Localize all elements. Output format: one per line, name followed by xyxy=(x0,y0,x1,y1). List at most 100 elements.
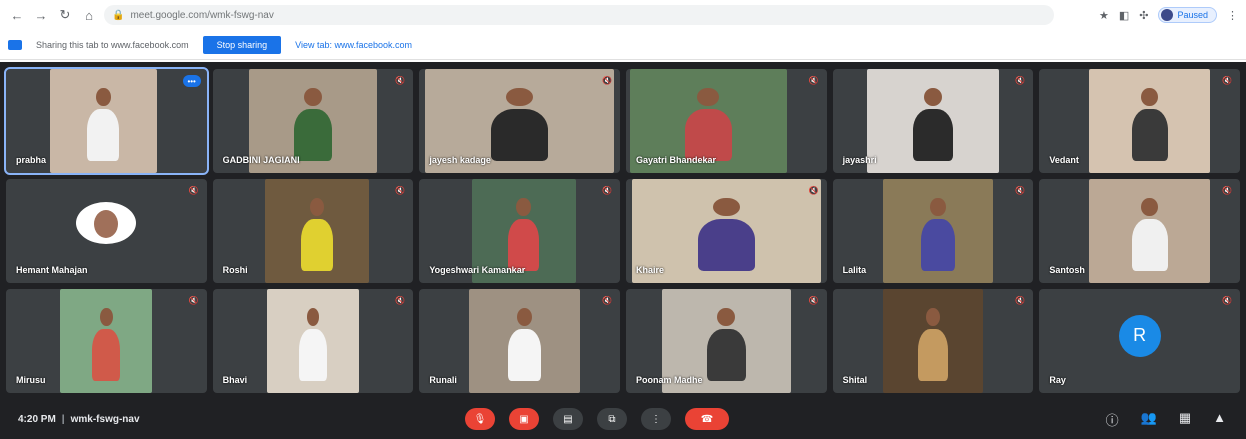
muted-mic-icon: 🔇 xyxy=(395,76,406,85)
person-figure xyxy=(87,108,120,161)
back-icon[interactable]: ← xyxy=(8,6,26,24)
participant-name: Yogeshwari Kamankar xyxy=(429,265,526,275)
menu-icon[interactable]: ⋮ xyxy=(1227,9,1238,22)
participant-video xyxy=(264,179,370,283)
people-icon[interactable]: 👥 xyxy=(1141,410,1157,429)
participant-tile[interactable]: ••• prabha xyxy=(4,67,209,175)
person-figure xyxy=(299,328,327,381)
participant-name: Roshi xyxy=(222,265,248,275)
present-button[interactable]: ⧉ xyxy=(597,408,627,430)
chat-icon[interactable]: ▦ xyxy=(1179,410,1191,429)
puzzle-icon[interactable]: ✣ xyxy=(1139,9,1148,22)
forward-icon[interactable]: → xyxy=(32,6,50,24)
participant-tile[interactable]: 🔇 Runali xyxy=(419,289,620,393)
participant-tile[interactable]: 🔇 jayesh kadage xyxy=(419,69,620,173)
participant-tile[interactable]: 🔇 Bhavi xyxy=(212,289,414,393)
person-figure xyxy=(698,218,755,271)
tile-options-button[interactable]: ••• xyxy=(182,75,201,87)
address-bar[interactable]: 🔒 meet.google.com/wmk-fswg-nav xyxy=(104,5,1054,25)
participant-video xyxy=(866,69,1000,173)
participant-name: Khaire xyxy=(636,265,665,275)
person-head xyxy=(99,307,113,327)
home-icon[interactable]: ⌂ xyxy=(80,6,98,24)
avatar-face xyxy=(94,209,119,238)
person-head xyxy=(309,197,325,217)
participant-name: Runali xyxy=(429,375,457,385)
muted-mic-icon: 🔇 xyxy=(602,76,612,85)
meeting-code: wmk-fswg-nav xyxy=(70,413,140,425)
participant-tile[interactable]: 🔇 GADBINI JAGIANI xyxy=(212,69,414,173)
participant-tile[interactable]: 🔇 Yogeshwari Kamankar xyxy=(419,179,620,283)
activities-icon[interactable]: ▲ xyxy=(1213,410,1226,429)
participant-tile[interactable]: 🔇 Gayatri Bhandekar xyxy=(626,69,827,173)
participant-tile[interactable]: 🔇 Vedant xyxy=(1039,69,1240,173)
participant-video xyxy=(266,289,360,393)
muted-mic-icon: 🔇 xyxy=(1015,186,1026,195)
person-head xyxy=(516,197,531,217)
more-vert-icon: ⋮ xyxy=(651,413,661,425)
avatar xyxy=(76,201,137,244)
participant-tile[interactable]: 🔇 Santosh xyxy=(1039,179,1240,283)
person-head xyxy=(306,307,320,327)
mic-off-button[interactable]: 🎙 xyxy=(465,408,495,430)
profile-button[interactable]: Paused xyxy=(1158,7,1217,23)
person-figure xyxy=(1131,108,1168,161)
participant-name: Vedant xyxy=(1049,155,1079,165)
participant-video xyxy=(50,69,157,173)
participant-name: GADBINI JAGIANI xyxy=(222,155,300,165)
bookmark-icon[interactable]: ★ xyxy=(1099,9,1109,22)
person-figure xyxy=(293,108,333,161)
muted-mic-icon: 🔇 xyxy=(1222,186,1232,195)
sharing-status-text: Sharing this tab to www.facebook.com xyxy=(36,39,189,50)
reload-icon[interactable]: ↻ xyxy=(56,6,74,24)
muted-mic-icon: 🔇 xyxy=(1015,76,1026,85)
muted-mic-icon: 🔇 xyxy=(808,186,819,195)
leave-call-button[interactable]: ☎ xyxy=(685,408,729,430)
participant-tile[interactable]: 🔇 Roshi xyxy=(212,179,414,283)
extensions-area: ★ ◧ ✣ Paused ⋮ xyxy=(1099,7,1238,23)
muted-mic-icon: 🔇 xyxy=(188,296,199,305)
participant-name: Shital xyxy=(842,375,868,385)
participant-tile[interactable]: 🔇 Khaire xyxy=(626,179,827,283)
profile-label: Paused xyxy=(1177,10,1208,20)
muted-mic-icon: 🔇 xyxy=(395,186,406,195)
captions-button[interactable]: ▤ xyxy=(553,408,583,430)
person-figure xyxy=(92,328,121,381)
url-text: meet.google.com/wmk-fswg-nav xyxy=(130,9,274,21)
participant-video xyxy=(1089,179,1210,283)
person-head xyxy=(697,87,720,107)
camera-off-button[interactable]: ▣ xyxy=(509,408,539,430)
participant-tile[interactable]: 🔇 Shital xyxy=(832,289,1034,393)
participant-name: Mirusu xyxy=(16,375,46,385)
person-head xyxy=(1141,87,1159,107)
stop-sharing-button[interactable]: Stop sharing xyxy=(202,35,282,54)
participant-tile[interactable]: 🔇 Hemant Mahajan xyxy=(6,179,207,283)
person-figure xyxy=(684,108,732,161)
person-head xyxy=(923,87,943,107)
browser-toolbar: ← → ↻ ⌂ 🔒 meet.google.com/wmk-fswg-nav ★… xyxy=(0,0,1246,30)
lock-icon: 🔒 xyxy=(112,9,125,21)
control-bar: 4:20 PM | wmk-fswg-nav 🎙 ▣ ▤ ⧉ ⋮ ☎ ⓘ 👥 ▦ ▲ xyxy=(0,399,1246,439)
participant-tile[interactable]: 🔇 Poonam Madhe xyxy=(626,289,827,393)
participant-tile[interactable]: 🔇 Mirusu xyxy=(6,289,207,393)
extension-icon[interactable]: ◧ xyxy=(1119,9,1129,22)
muted-mic-icon: 🔇 xyxy=(808,76,819,85)
person-figure xyxy=(508,328,542,381)
info-icon[interactable]: ⓘ xyxy=(1106,410,1119,429)
more-options-button[interactable]: ⋮ xyxy=(641,408,671,430)
person-figure xyxy=(1131,218,1168,271)
participant-name: Hemant Mahajan xyxy=(16,265,88,275)
participant-tile[interactable]: R 🔇 Ray xyxy=(1039,289,1240,393)
call-controls: 🎙 ▣ ▤ ⧉ ⋮ ☎ xyxy=(465,408,729,430)
muted-mic-icon: 🔇 xyxy=(602,296,612,305)
muted-mic-icon: 🔇 xyxy=(1222,296,1232,305)
present-icon: ⧉ xyxy=(608,413,616,425)
view-tab-link[interactable]: View tab: www.facebook.com xyxy=(295,40,412,50)
person-head xyxy=(1141,197,1159,217)
participant-name: Bhavi xyxy=(222,375,248,385)
participant-tile[interactable]: 🔇 Lalita xyxy=(832,179,1034,283)
participant-video xyxy=(1089,69,1210,173)
side-controls: ⓘ 👥 ▦ ▲ xyxy=(1106,410,1226,429)
muted-mic-icon: 🔇 xyxy=(188,186,199,195)
participant-tile[interactable]: 🔇 jayashri xyxy=(832,69,1034,173)
